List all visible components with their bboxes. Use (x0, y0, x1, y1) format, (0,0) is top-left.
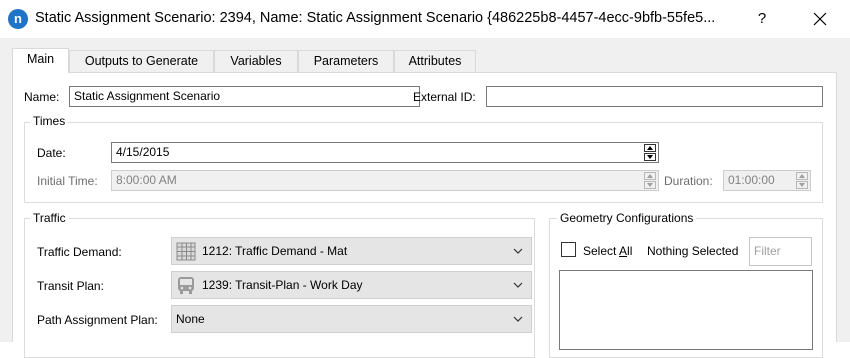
main-tab-panel: Name: Static Assignment Scenario Externa… (12, 72, 837, 358)
transit-plan-label: Transit Plan: (37, 279, 104, 293)
date-spinner[interactable] (644, 144, 656, 161)
window-title: Static Assignment Scenario: 2394, Name: … (35, 10, 716, 26)
select-all-checkbox[interactable] (561, 242, 576, 257)
transit-plan-value: 1239: Transit-Plan - Work Day (202, 278, 363, 292)
times-group-title: Times (30, 114, 69, 128)
chevron-down-icon (513, 282, 523, 288)
tab-outputs-to-generate[interactable]: Outputs to Generate (69, 50, 214, 72)
filter-input[interactable]: Filter (749, 237, 812, 266)
help-button[interactable]: ? (752, 8, 772, 30)
traffic-demand-value: 1212: Traffic Demand - Mat (202, 244, 348, 258)
name-label: Name: (24, 90, 60, 104)
tab-variables[interactable]: Variables (214, 50, 298, 72)
geometry-group-title: Geometry Configurations (557, 211, 697, 225)
duration-input: 01:00:00 (723, 170, 811, 191)
spin-down-icon (644, 181, 656, 189)
tab-main[interactable]: Main (12, 48, 69, 73)
external-id-label: External ID: (413, 90, 476, 104)
matrix-grid-icon (176, 242, 196, 261)
date-label: Date: (37, 146, 66, 160)
app-logo-icon: n (8, 9, 28, 29)
dialog-body: Main Outputs to Generate Variables Param… (0, 38, 850, 358)
traffic-group-title: Traffic (30, 211, 69, 225)
geometry-list[interactable] (559, 270, 813, 350)
select-all-label[interactable]: Select All (583, 244, 632, 258)
spin-up-icon (796, 172, 808, 180)
traffic-demand-select[interactable]: 1212: Traffic Demand - Mat (171, 237, 532, 265)
initial-time-value: 8:00:00 AM (116, 173, 177, 187)
path-assignment-label: Path Assignment Plan: (37, 313, 158, 327)
nothing-selected-label: Nothing Selected (647, 244, 739, 258)
bus-icon (178, 277, 194, 294)
path-assignment-value: None (176, 312, 205, 326)
chevron-down-icon (513, 248, 523, 254)
name-input[interactable]: Static Assignment Scenario (69, 86, 420, 107)
date-input[interactable]: 4/15/2015 (111, 142, 659, 163)
chevron-down-icon (513, 316, 523, 322)
duration-label: Duration: (664, 174, 713, 188)
traffic-demand-label: Traffic Demand: (37, 245, 122, 259)
external-id-input[interactable] (486, 86, 823, 107)
spin-up-icon (644, 172, 656, 180)
close-button[interactable] (806, 6, 834, 32)
title-bar: n Static Assignment Scenario: 2394, Name… (0, 0, 850, 38)
date-value: 4/15/2015 (116, 145, 170, 159)
tab-parameters[interactable]: Parameters (298, 50, 394, 72)
duration-spinner (796, 172, 808, 189)
tab-attributes[interactable]: Attributes (394, 50, 476, 72)
initial-time-spinner (644, 172, 656, 189)
path-assignment-select[interactable]: None (171, 305, 532, 333)
initial-time-label: Initial Time: (37, 174, 98, 188)
spin-down-icon (796, 181, 808, 189)
spin-up-icon[interactable] (644, 144, 656, 152)
close-icon (813, 12, 827, 26)
spin-down-icon[interactable] (644, 153, 656, 161)
initial-time-input: 8:00:00 AM (111, 170, 659, 191)
transit-plan-select[interactable]: 1239: Transit-Plan - Work Day (171, 271, 532, 299)
duration-value: 01:00:00 (728, 173, 775, 187)
